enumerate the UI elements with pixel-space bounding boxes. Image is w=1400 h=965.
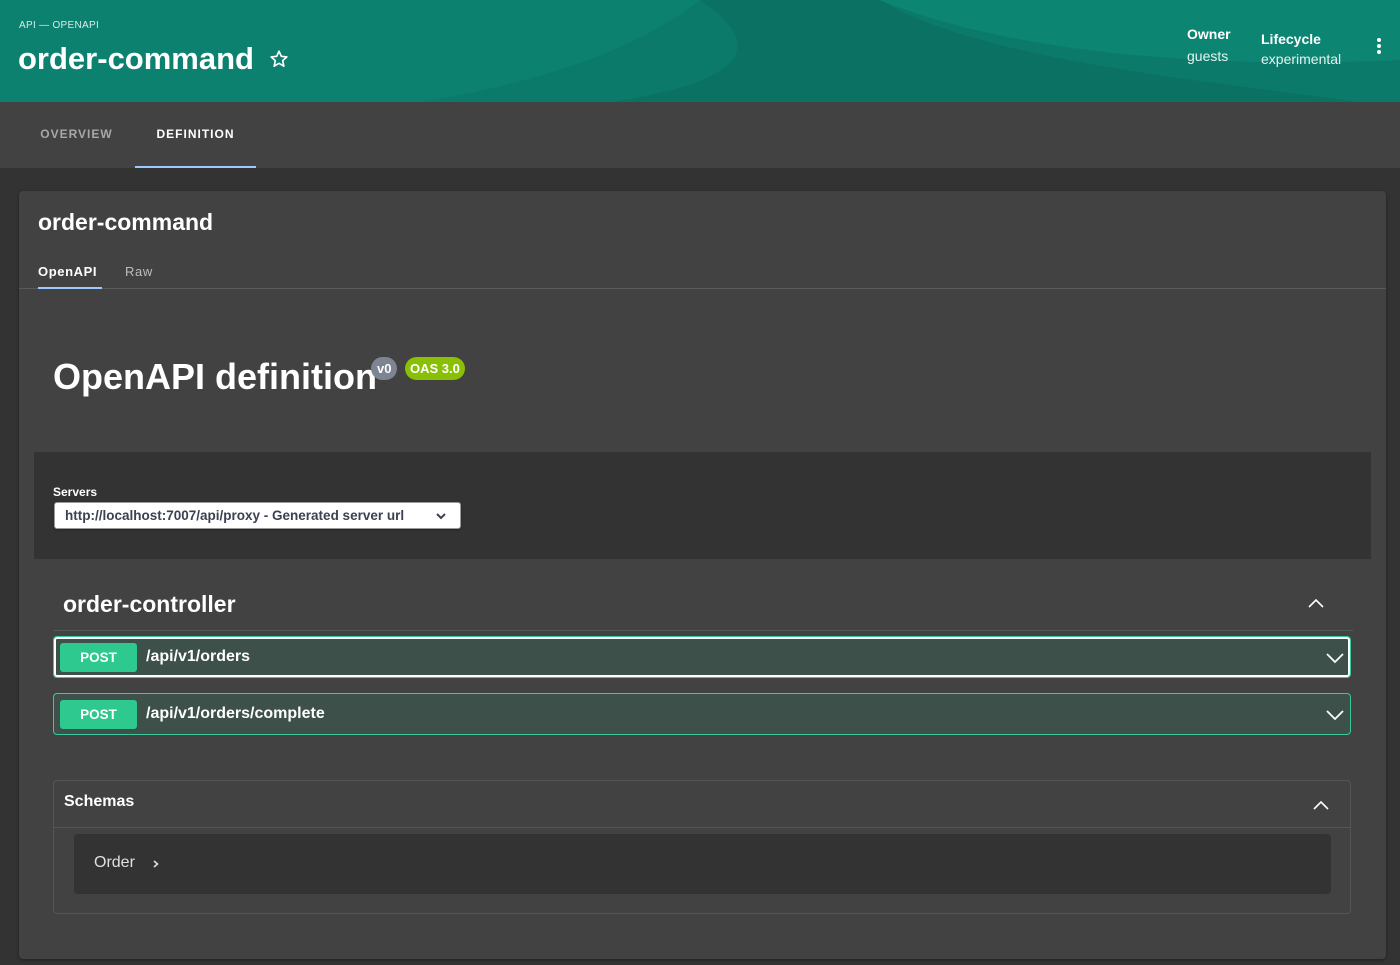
chevron-right-icon[interactable] (150, 857, 162, 871)
chevron-up-icon[interactable] (1311, 795, 1331, 815)
kebab-menu-icon[interactable] (1370, 38, 1388, 58)
definition-card: order-command OpenAPI Raw OpenAPI defini… (19, 191, 1386, 959)
oas-badge: OAS 3.0 (405, 357, 465, 380)
controller-name: order-controller (63, 591, 236, 617)
entity-tabs: OVERVIEW DEFINITION (0, 102, 1400, 168)
operation-path: /api/v1/orders (146, 648, 251, 665)
chevron-down-icon[interactable] (1325, 706, 1345, 724)
lifecycle-label: Lifecycle (1261, 31, 1321, 47)
servers-section: Servers http://localhost:7007/api/proxy … (34, 452, 1371, 559)
owner-info: Owner guests (1187, 26, 1231, 64)
owner-value[interactable]: guests (1187, 48, 1231, 64)
servers-label: Servers (53, 485, 98, 499)
method-badge: POST (60, 700, 137, 729)
star-icon[interactable] (268, 48, 290, 70)
tab-definition[interactable]: DEFINITION (135, 102, 256, 168)
lifecycle-value: experimental (1261, 51, 1342, 67)
schemas-title: Schemas (64, 793, 135, 810)
page-title: order-command (18, 41, 254, 76)
method-badge: POST (60, 643, 137, 672)
operation-post-orders[interactable]: POST /api/v1/orders (53, 636, 1351, 678)
operation-post-orders-complete[interactable]: POST /api/v1/orders/complete (53, 693, 1351, 735)
controller-header[interactable]: order-controller (53, 581, 1353, 631)
owner-label: Owner (1187, 26, 1231, 42)
schema-model-order[interactable]: Order (74, 834, 1331, 894)
schema-model-name: Order (94, 854, 135, 871)
server-select[interactable]: http://localhost:7007/api/proxy - Genera… (54, 502, 461, 529)
version-badge: v0 (371, 357, 398, 380)
server-select-value: http://localhost:7007/api/proxy - Genera… (65, 508, 405, 523)
schemas-header[interactable]: Schemas (54, 781, 1350, 828)
lifecycle-info: Lifecycle experimental (1261, 31, 1341, 67)
entity-kind: API — OPENAPI (19, 20, 100, 31)
subtab-raw[interactable]: Raw (125, 264, 153, 279)
card-title: order-command (38, 209, 214, 235)
definition-subtabs: OpenAPI Raw (19, 254, 1386, 289)
entity-header: API — OPENAPI order-command Owner guests… (0, 0, 1400, 102)
chevron-up-icon[interactable] (1306, 593, 1326, 613)
chevron-down-icon (436, 513, 446, 520)
api-spec-title: OpenAPI definition (53, 356, 377, 397)
tab-overview[interactable]: OVERVIEW (20, 102, 133, 168)
chevron-down-icon[interactable] (1325, 649, 1345, 667)
operation-path: /api/v1/orders/complete (146, 705, 325, 722)
schemas-section: Schemas Order (53, 780, 1351, 914)
subtab-openapi[interactable]: OpenAPI (38, 264, 103, 289)
